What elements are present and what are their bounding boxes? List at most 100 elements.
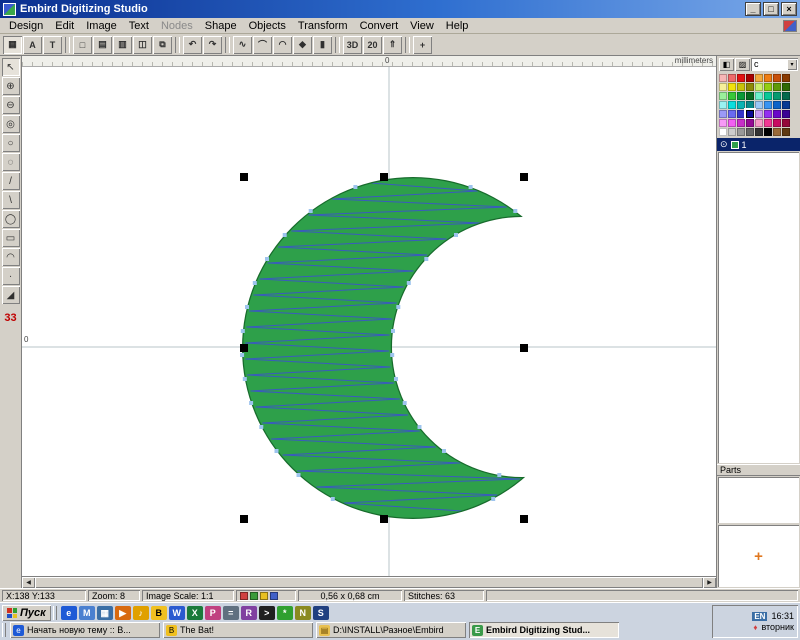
export-design-button[interactable]: ⧉ — [153, 36, 172, 54]
pan-tool[interactable]: ◎ — [2, 115, 20, 133]
stitch-node[interactable] — [424, 257, 428, 261]
language-indicator[interactable]: EN — [752, 612, 767, 621]
palette-color[interactable] — [782, 83, 790, 91]
calculator-icon[interactable]: = — [223, 606, 239, 620]
stitch-node[interactable] — [396, 305, 400, 309]
palette-color[interactable] — [764, 119, 772, 127]
palette-color[interactable] — [782, 128, 790, 136]
scroll-right-icon[interactable]: ▶ — [703, 577, 716, 588]
redo-button[interactable]: ↷ — [203, 36, 222, 54]
maximize-button[interactable]: □ — [763, 2, 779, 16]
stitch-node[interactable] — [241, 329, 245, 333]
palette-color[interactable] — [755, 83, 763, 91]
palette-color[interactable] — [755, 110, 763, 118]
palette-color[interactable] — [728, 101, 736, 109]
palette-color[interactable] — [728, 119, 736, 127]
selection-handle[interactable] — [520, 344, 528, 352]
palette-color[interactable] — [782, 119, 790, 127]
stitch-node[interactable] — [331, 497, 335, 501]
palette-color[interactable] — [764, 83, 772, 91]
stitch-node[interactable] — [283, 233, 287, 237]
palette-color[interactable] — [719, 92, 727, 100]
selection-handle[interactable] — [380, 173, 388, 181]
menu-item-objects[interactable]: Objects — [243, 19, 292, 33]
palette-color[interactable] — [764, 92, 772, 100]
selection-handle[interactable] — [240, 173, 248, 181]
node-tool-tool[interactable]: ∙ — [2, 267, 20, 285]
menu-item-convert[interactable]: Convert — [354, 19, 405, 33]
stitch-node[interactable] — [497, 473, 501, 477]
menu-item-shape[interactable]: Shape — [199, 19, 243, 33]
stitch-node[interactable] — [265, 257, 269, 261]
start-button[interactable]: Пуск — [2, 605, 51, 621]
zoom-in-tool[interactable]: ⊕ — [2, 77, 20, 95]
palette-color[interactable] — [773, 110, 781, 118]
palette-color[interactable] — [746, 92, 754, 100]
simulate-button[interactable]: ⇑ — [383, 36, 402, 54]
selection-handle[interactable] — [240, 515, 248, 523]
lettering-a-button[interactable]: A — [23, 36, 42, 54]
stitch-node[interactable] — [259, 425, 263, 429]
undo-button[interactable]: ↶ — [183, 36, 202, 54]
stitch-node[interactable] — [249, 401, 253, 405]
internet-explorer-icon[interactable]: e — [61, 606, 77, 620]
winrar-icon[interactable]: R — [241, 606, 257, 620]
parts-list[interactable] — [718, 477, 799, 523]
object-list[interactable] — [718, 152, 799, 463]
menu-item-design[interactable]: Design — [3, 19, 49, 33]
quick-launch-grip[interactable] — [53, 606, 57, 620]
view-3d-button[interactable]: 3D — [343, 36, 362, 54]
stitch-node[interactable] — [240, 353, 244, 357]
pattern-select-button[interactable]: ▦ — [3, 36, 22, 54]
palette-color[interactable] — [773, 128, 781, 136]
background-toggle-icon[interactable]: ◧ — [719, 58, 734, 71]
selection-handle[interactable] — [380, 515, 388, 523]
draw-pen-tool[interactable]: / — [2, 172, 20, 190]
palette-color[interactable] — [746, 119, 754, 127]
stitch-node[interactable] — [513, 209, 517, 213]
selection-handle[interactable] — [240, 344, 248, 352]
stitch-node[interactable] — [418, 425, 422, 429]
palette-color[interactable] — [773, 119, 781, 127]
stitch-node[interactable] — [442, 449, 446, 453]
palette-color[interactable] — [719, 119, 727, 127]
mail-icon[interactable]: M — [79, 606, 95, 620]
lettering-t-button[interactable]: T — [43, 36, 62, 54]
stitch-node[interactable] — [394, 377, 398, 381]
freehand-stitch-button[interactable]: ∿ — [233, 36, 252, 54]
select-lasso-tool[interactable]: ◌ — [2, 153, 20, 171]
scrollbar-thumb[interactable] — [35, 577, 703, 588]
knife-tool[interactable]: \ — [2, 191, 20, 209]
stitch-node[interactable] — [491, 497, 495, 501]
selection-handle[interactable] — [520, 515, 528, 523]
palette-color[interactable] — [755, 119, 763, 127]
palette-color[interactable] — [737, 119, 745, 127]
menu-item-help[interactable]: Help — [440, 19, 475, 33]
pointer-tool[interactable]: ↖ — [2, 58, 20, 76]
selection-handle[interactable] — [520, 173, 528, 181]
design-object-crescent[interactable] — [222, 157, 652, 542]
palette-color[interactable] — [782, 110, 790, 118]
palette-color[interactable] — [755, 128, 763, 136]
save-design-button[interactable]: ◫ — [133, 36, 152, 54]
chevron-down-icon[interactable]: ▾ — [787, 59, 797, 70]
stitch-node[interactable] — [469, 185, 473, 189]
menu-item-nodes[interactable]: Nodes — [155, 19, 199, 33]
palette-color[interactable] — [773, 92, 781, 100]
shape-rect-tool[interactable]: ▭ — [2, 229, 20, 247]
task-button[interactable]: BThe Bat! — [163, 622, 313, 638]
palette-color[interactable] — [773, 83, 781, 91]
center-origin-button[interactable]: + — [413, 36, 432, 54]
excel-icon[interactable]: X — [187, 606, 203, 620]
stitch-node[interactable] — [403, 401, 407, 405]
show-desktop-icon[interactable]: ▦ — [97, 606, 113, 620]
palette-color[interactable] — [773, 101, 781, 109]
zoom-out-tool[interactable]: ⊖ — [2, 96, 20, 114]
media-player-icon[interactable]: ▶ — [115, 606, 131, 620]
palette-color[interactable] — [737, 83, 745, 91]
palette-color[interactable] — [719, 128, 727, 136]
outline-stitch-button[interactable]: ◠ — [273, 36, 292, 54]
close-button[interactable]: × — [781, 2, 797, 16]
stitch-node[interactable] — [391, 329, 395, 333]
scroll-left-icon[interactable]: ◀ — [22, 577, 35, 588]
